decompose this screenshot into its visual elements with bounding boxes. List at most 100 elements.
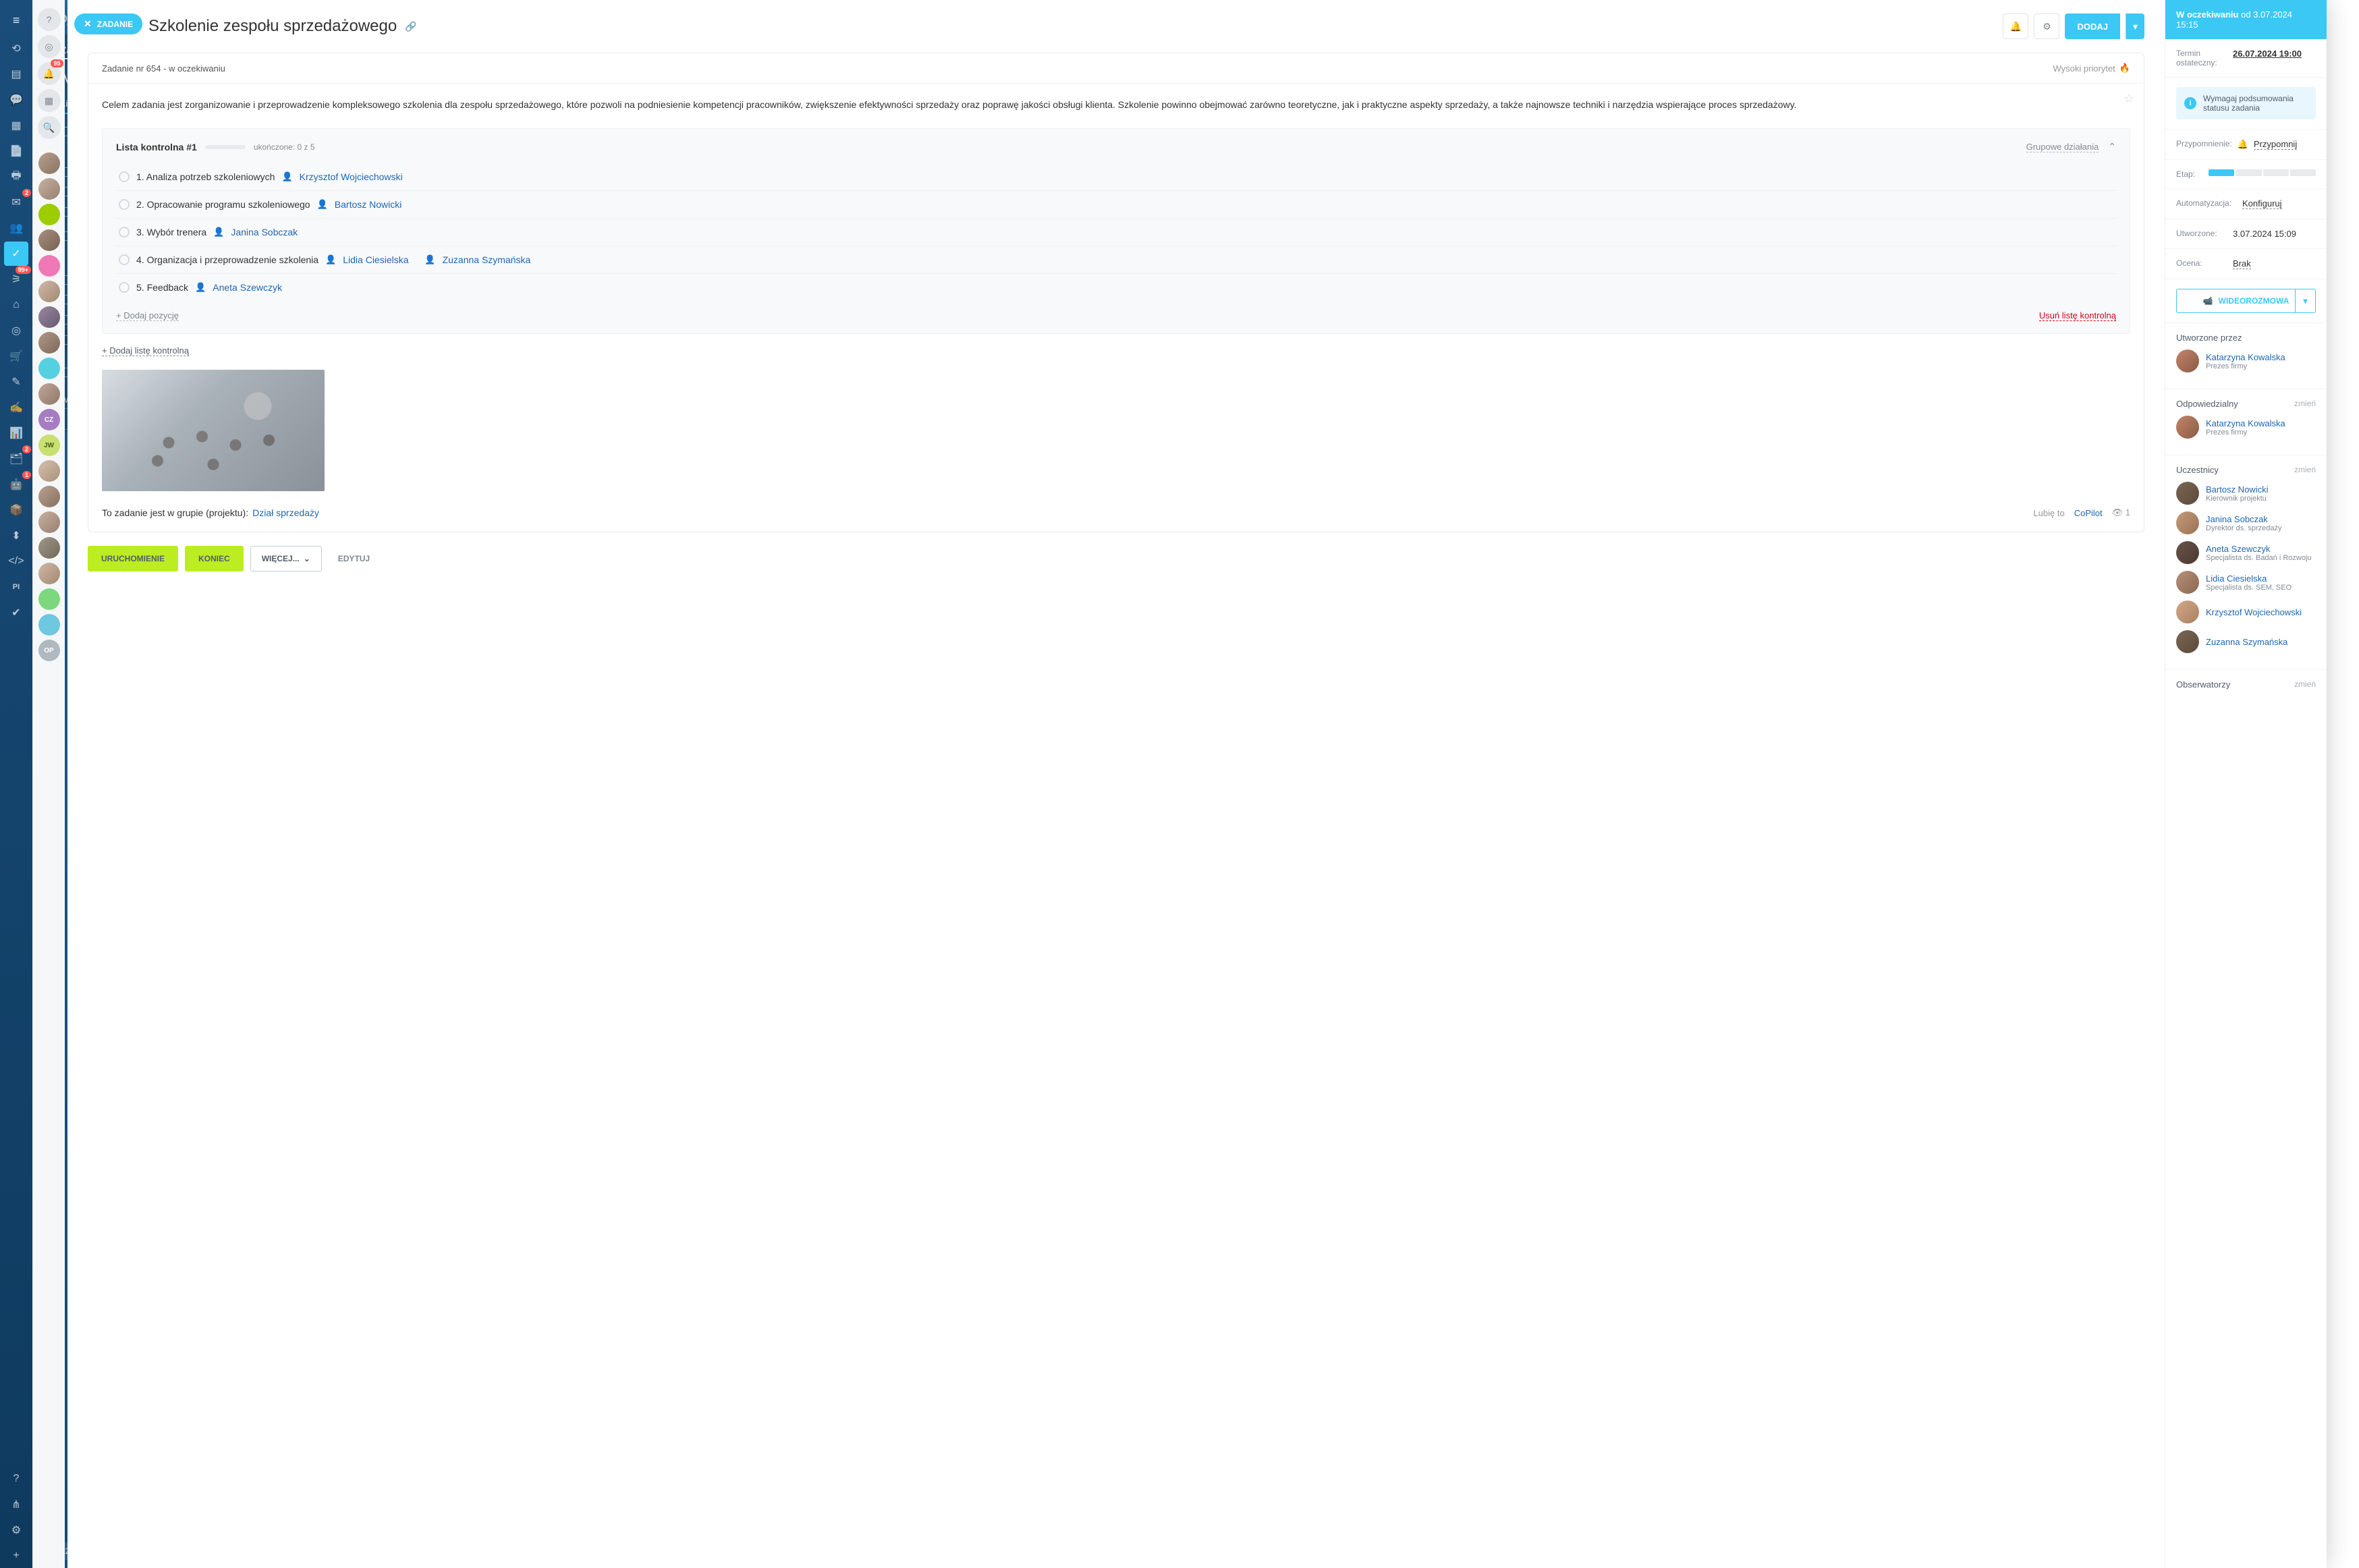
checklist-item[interactable]: 1. Analiza potrzeb szkoleniowych 👤 Krzys…: [116, 163, 2116, 191]
rail-avatar[interactable]: [38, 588, 60, 610]
responsible-person[interactable]: Katarzyna KowalskaPrezes firmy: [2176, 416, 2316, 439]
chevron-down-icon[interactable]: ▾: [2295, 289, 2315, 312]
rail-avatar[interactable]: [38, 306, 60, 328]
add-button-dropdown[interactable]: ▾: [2126, 13, 2144, 39]
link-icon[interactable]: 🔗: [405, 21, 416, 32]
nav-robot-icon[interactable]: 🤖1: [4, 472, 28, 497]
nav-sitemap-icon[interactable]: ⋔: [4, 1492, 28, 1517]
group-link[interactable]: Dział sprzedaży: [252, 507, 319, 518]
nav-mail-icon[interactable]: ✉2: [4, 190, 28, 215]
participant-person[interactable]: Lidia CiesielskaSpecjalista ds. SEM, SEO: [2176, 571, 2316, 594]
nav-print-icon[interactable]: 🖶: [4, 165, 28, 189]
checkbox-circle[interactable]: [119, 282, 130, 293]
rail-avatar[interactable]: [38, 511, 60, 533]
rail-avatar[interactable]: [38, 486, 60, 507]
change-participants[interactable]: zmień: [2294, 465, 2316, 475]
nav-docs-icon[interactable]: 📄: [4, 139, 28, 163]
nav-chart-icon[interactable]: ⬍: [4, 524, 28, 548]
checkbox-circle[interactable]: [119, 254, 130, 265]
rail-avatar[interactable]: [38, 460, 60, 482]
checkbox-circle[interactable]: [119, 171, 130, 182]
rail-avatar[interactable]: [38, 281, 60, 302]
rail-avatar[interactable]: [38, 152, 60, 174]
rating-value[interactable]: Brak: [2233, 258, 2251, 269]
rail-avatar[interactable]: CZ: [38, 409, 60, 430]
checklist-group-actions[interactable]: Grupowe działania: [2026, 142, 2099, 152]
copilot-link[interactable]: CoPilot: [2074, 508, 2103, 518]
nav-sign-icon[interactable]: ✍: [4, 395, 28, 420]
rail-avatar[interactable]: [38, 563, 60, 584]
delete-checklist[interactable]: Usuń listę kontrolną: [2039, 310, 2116, 321]
menu-icon[interactable]: ≡: [4, 8, 28, 32]
nav-tasks-icon[interactable]: ✓: [4, 242, 28, 266]
rail-avatar[interactable]: [38, 614, 60, 636]
help-icon[interactable]: ?: [38, 8, 61, 31]
nav-calendar-icon[interactable]: ▦: [4, 113, 28, 138]
nav-cart-icon[interactable]: 🛒: [4, 344, 28, 368]
checklist-assignee[interactable]: Janina Sobczak: [231, 227, 298, 237]
checklist-assignee[interactable]: Zuzanna Szymańska: [443, 254, 531, 265]
nav-people-icon[interactable]: 👥: [4, 216, 28, 240]
nav-target-icon[interactable]: ◎: [4, 318, 28, 343]
participant-person[interactable]: Bartosz NowickiKierownik projektu: [2176, 482, 2316, 505]
participant-person[interactable]: Krzysztof Wojciechowski: [2176, 600, 2316, 623]
checklist-assignee[interactable]: Bartosz Nowicki: [335, 199, 402, 210]
nav-chat-icon[interactable]: 💬: [4, 88, 28, 112]
checklist-item[interactable]: 4. Organizacja i przeprowadzenie szkolen…: [116, 246, 2116, 274]
nav-box-icon[interactable]: 📦: [4, 498, 28, 522]
end-button[interactable]: KONIEC: [185, 546, 244, 571]
attachment-image[interactable]: [102, 370, 325, 491]
change-observers[interactable]: zmień: [2294, 679, 2316, 690]
favorite-star-icon[interactable]: ☆: [2124, 92, 2134, 106]
activity-icon[interactable]: ◎: [38, 35, 61, 58]
nav-analytics-icon[interactable]: 📊: [4, 421, 28, 445]
notifications-button[interactable]: 🔔: [2003, 13, 2028, 39]
participant-person[interactable]: Zuzanna Szymańska: [2176, 630, 2316, 653]
change-responsible[interactable]: zmień: [2294, 399, 2316, 409]
nav-check-icon[interactable]: ✔: [4, 600, 28, 625]
participant-person[interactable]: Janina SobczakDyrektor ds. sprzedaży: [2176, 511, 2316, 534]
nav-crm-icon[interactable]: 🗂2: [4, 447, 28, 471]
checklist-item[interactable]: 2. Opracowanie programu szkoleniowego 👤 …: [116, 191, 2116, 219]
rail-avatar[interactable]: [38, 204, 60, 225]
rail-avatar[interactable]: OP: [38, 640, 60, 661]
reminder-value[interactable]: Przypomnij: [2254, 139, 2297, 150]
like-button[interactable]: Lubię to: [2033, 508, 2064, 518]
nav-code-icon[interactable]: </>: [4, 549, 28, 573]
checkbox-circle[interactable]: [119, 227, 130, 237]
created-by-person[interactable]: Katarzyna KowalskaPrezes firmy: [2176, 349, 2316, 372]
rail-avatar[interactable]: JW: [38, 435, 60, 456]
chevron-up-icon[interactable]: ⌃: [2108, 141, 2116, 152]
checklist-item[interactable]: 5. Feedback 👤 Aneta Szewczyk: [116, 274, 2116, 301]
search-icon[interactable]: 🔍: [38, 116, 61, 139]
notifications-rail-icon[interactable]: 🔔95: [38, 62, 61, 85]
nav-feed-icon[interactable]: ⟲: [4, 36, 28, 61]
add-checklist-button[interactable]: + Dodaj listę kontrolną: [102, 345, 189, 356]
nav-pi-icon[interactable]: PI: [4, 575, 28, 599]
more-button[interactable]: WIĘCEJ... ⌄: [250, 546, 322, 571]
apps-icon[interactable]: ▦: [38, 89, 61, 112]
participant-person[interactable]: Aneta SzewczykSpecjalista ds. Badań i Ro…: [2176, 541, 2316, 564]
deadline-value[interactable]: 26.07.2024 19:00: [2233, 49, 2302, 59]
close-task-button[interactable]: ✕ ZADANIE: [74, 13, 142, 34]
start-button[interactable]: URUCHOMIENIE: [88, 546, 178, 571]
rail-avatar[interactable]: [38, 383, 60, 405]
nav-add-icon[interactable]: +: [4, 1544, 28, 1568]
rail-avatar[interactable]: [38, 332, 60, 354]
nav-drive-icon[interactable]: ▤: [4, 62, 28, 86]
rail-avatar[interactable]: [38, 178, 60, 200]
checklist-assignee[interactable]: Lidia Ciesielska: [343, 254, 408, 265]
nav-home-icon[interactable]: ⌂: [4, 293, 28, 317]
video-call-button[interactable]: 📹 WIDEOROZMOWA ▾: [2176, 289, 2316, 313]
checkbox-circle[interactable]: [119, 199, 130, 210]
status-summary-tip[interactable]: i Wymagaj podsumowania statusu zadania: [2176, 87, 2316, 119]
nav-settings-icon[interactable]: ⚙: [4, 1518, 28, 1542]
automation-value[interactable]: Konfiguruj: [2242, 198, 2282, 209]
add-button[interactable]: DODAJ: [2065, 13, 2120, 39]
rail-avatar[interactable]: [38, 537, 60, 559]
settings-button[interactable]: ⚙: [2034, 13, 2059, 39]
nav-edit-icon[interactable]: ✎: [4, 370, 28, 394]
checklist-assignee[interactable]: Krzysztof Wojciechowski: [300, 171, 403, 182]
rail-avatar[interactable]: [38, 255, 60, 277]
stage-progress[interactable]: [2209, 169, 2316, 176]
